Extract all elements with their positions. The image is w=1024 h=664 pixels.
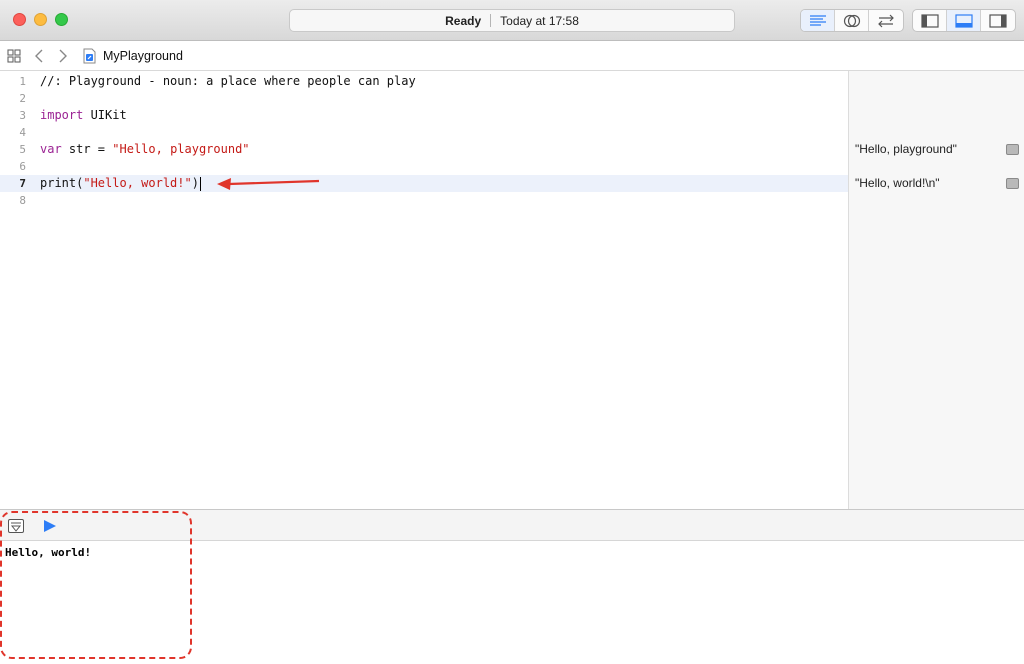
zoom-window-button[interactable]: [55, 13, 68, 26]
toggle-debug-area-button[interactable]: [947, 10, 981, 31]
jump-bar: MyPlayground: [0, 41, 1024, 71]
result-row: "Hello, playground": [849, 141, 1024, 158]
view-toggle-group: [912, 9, 1016, 32]
function-call: print(: [40, 176, 84, 190]
toggle-navigator-button[interactable]: [913, 10, 947, 31]
line-number: 6: [19, 160, 26, 173]
line-number: 7: [19, 177, 26, 190]
result-row: "Hello, world!\n": [849, 175, 1024, 192]
line-number: 3: [19, 109, 26, 122]
chevron-right-icon[interactable]: [58, 48, 68, 64]
minimize-window-button[interactable]: [34, 13, 47, 26]
results-sidebar: "Hello, playground" "Hello, world!\n": [848, 71, 1024, 509]
version-editor-icon: [878, 14, 894, 27]
code-line: 8: [0, 192, 848, 209]
code-line: 6: [0, 158, 848, 175]
keyword-var: var: [40, 142, 62, 156]
string-literal: "Hello, world!": [83, 176, 192, 190]
code-line: 2: [0, 90, 848, 107]
status-time-label: Today at 17:58: [500, 13, 579, 28]
activity-status: Ready Today at 17:58: [289, 9, 735, 32]
assistant-editor-button[interactable]: [835, 10, 869, 31]
code-line: 1 //: Playground - noun: a place where p…: [0, 73, 848, 90]
current-code-line: 7 print("Hello, world!"): [0, 175, 848, 192]
debug-area-icon: [954, 13, 973, 28]
quick-look-icon[interactable]: [1006, 178, 1019, 189]
line-number: 8: [19, 194, 26, 207]
status-divider: [490, 14, 492, 27]
code-text: print("Hello, world!"): [40, 175, 201, 192]
playground-file-icon: [83, 48, 96, 64]
source-editor[interactable]: 1 //: Playground - noun: a place where p…: [0, 71, 848, 509]
standard-editor-icon: [809, 14, 826, 26]
utilities-panel-icon: [989, 13, 1007, 28]
annotation-arrow-icon: [217, 178, 320, 190]
status-ready-label: Ready: [445, 13, 482, 28]
code-text: import UIKit: [40, 107, 127, 124]
result-value: "Hello, world!\n": [855, 176, 940, 190]
version-editor-button[interactable]: [869, 10, 903, 31]
line-number: 5: [19, 143, 26, 156]
line-number: 4: [19, 126, 26, 139]
line-number: 1: [19, 75, 26, 88]
standard-editor-button[interactable]: [801, 10, 835, 31]
title-bar: Ready Today at 17:58: [0, 0, 1024, 41]
result-value: "Hello, playground": [855, 142, 957, 156]
assistant-editor-icon: [843, 14, 860, 27]
keyword-import: import: [40, 108, 84, 122]
code-line: 4: [0, 124, 848, 141]
playground-file-name[interactable]: MyPlayground: [103, 49, 183, 63]
toggle-utilities-button[interactable]: [981, 10, 1015, 31]
navigator-panel-icon: [920, 13, 939, 28]
code-line: 5 var str = "Hello, playground": [0, 141, 848, 158]
quick-look-icon[interactable]: [1006, 144, 1019, 155]
annotation-highlight-box: [0, 511, 192, 659]
related-items-grid-icon[interactable]: [7, 49, 21, 63]
code-plain: ): [191, 176, 199, 190]
chevron-left-icon[interactable]: [34, 48, 44, 64]
editor-mode-selector: [800, 9, 904, 32]
code-comment: //: Playground - noun: a place where peo…: [40, 74, 416, 88]
line-number: 2: [19, 92, 26, 105]
module-name: UIKit: [83, 108, 127, 122]
code-line: 3 import UIKit: [0, 107, 848, 124]
string-literal: "Hello, playground": [112, 142, 250, 156]
text-cursor: [199, 176, 201, 191]
close-window-button[interactable]: [13, 13, 26, 26]
code-plain: str =: [61, 142, 113, 156]
code-text: var str = "Hello, playground": [40, 141, 250, 158]
